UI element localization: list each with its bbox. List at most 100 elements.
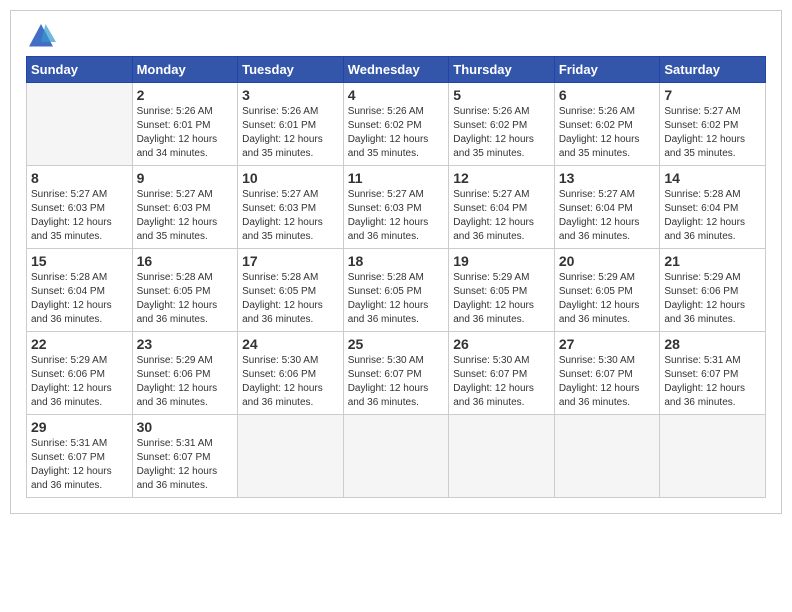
table-row: 13 Sunrise: 5:27 AM Sunset: 6:04 PM Dayl…: [554, 166, 660, 249]
day-number: 18: [348, 253, 445, 269]
header: [26, 21, 766, 51]
table-row: [27, 83, 133, 166]
table-row: 4 Sunrise: 5:26 AM Sunset: 6:02 PM Dayli…: [343, 83, 449, 166]
table-row: 9 Sunrise: 5:27 AM Sunset: 6:03 PM Dayli…: [132, 166, 238, 249]
day-number: 6: [559, 87, 656, 103]
week-row-1: 2 Sunrise: 5:26 AM Sunset: 6:01 PM Dayli…: [27, 83, 766, 166]
day-info: Sunrise: 5:30 AM Sunset: 6:07 PM Dayligh…: [348, 354, 445, 410]
day-info: Sunrise: 5:31 AM Sunset: 6:07 PM Dayligh…: [137, 437, 234, 493]
day-info: Sunrise: 5:26 AM Sunset: 6:02 PM Dayligh…: [348, 105, 445, 161]
day-info: Sunrise: 5:30 AM Sunset: 6:07 PM Dayligh…: [559, 354, 656, 410]
day-number: 30: [137, 419, 234, 435]
day-number: 14: [664, 170, 761, 186]
table-row: 24 Sunrise: 5:30 AM Sunset: 6:06 PM Dayl…: [238, 332, 344, 415]
calendar-table: Sunday Monday Tuesday Wednesday Thursday…: [26, 56, 766, 498]
day-info: Sunrise: 5:27 AM Sunset: 6:02 PM Dayligh…: [664, 105, 761, 161]
week-row-2: 8 Sunrise: 5:27 AM Sunset: 6:03 PM Dayli…: [27, 166, 766, 249]
day-number: 11: [348, 170, 445, 186]
table-row: 27 Sunrise: 5:30 AM Sunset: 6:07 PM Dayl…: [554, 332, 660, 415]
day-number: 27: [559, 336, 656, 352]
day-info: Sunrise: 5:29 AM Sunset: 6:05 PM Dayligh…: [453, 271, 550, 327]
day-info: Sunrise: 5:29 AM Sunset: 6:06 PM Dayligh…: [137, 354, 234, 410]
table-row: [238, 415, 344, 498]
table-row: 3 Sunrise: 5:26 AM Sunset: 6:01 PM Dayli…: [238, 83, 344, 166]
logo-icon: [26, 21, 56, 51]
week-row-3: 15 Sunrise: 5:28 AM Sunset: 6:04 PM Dayl…: [27, 249, 766, 332]
day-info: Sunrise: 5:28 AM Sunset: 6:05 PM Dayligh…: [137, 271, 234, 327]
table-row: 25 Sunrise: 5:30 AM Sunset: 6:07 PM Dayl…: [343, 332, 449, 415]
day-number: 12: [453, 170, 550, 186]
table-row: 23 Sunrise: 5:29 AM Sunset: 6:06 PM Dayl…: [132, 332, 238, 415]
day-number: 8: [31, 170, 128, 186]
day-number: 9: [137, 170, 234, 186]
table-row: 12 Sunrise: 5:27 AM Sunset: 6:04 PM Dayl…: [449, 166, 555, 249]
day-info: Sunrise: 5:31 AM Sunset: 6:07 PM Dayligh…: [664, 354, 761, 410]
day-info: Sunrise: 5:28 AM Sunset: 6:05 PM Dayligh…: [242, 271, 339, 327]
day-info: Sunrise: 5:26 AM Sunset: 6:01 PM Dayligh…: [137, 105, 234, 161]
day-info: Sunrise: 5:27 AM Sunset: 6:03 PM Dayligh…: [31, 188, 128, 244]
day-info: Sunrise: 5:31 AM Sunset: 6:07 PM Dayligh…: [31, 437, 128, 493]
day-info: Sunrise: 5:27 AM Sunset: 6:03 PM Dayligh…: [242, 188, 339, 244]
table-row: 18 Sunrise: 5:28 AM Sunset: 6:05 PM Dayl…: [343, 249, 449, 332]
table-row: 17 Sunrise: 5:28 AM Sunset: 6:05 PM Dayl…: [238, 249, 344, 332]
day-number: 19: [453, 253, 550, 269]
day-info: Sunrise: 5:26 AM Sunset: 6:02 PM Dayligh…: [559, 105, 656, 161]
day-info: Sunrise: 5:30 AM Sunset: 6:07 PM Dayligh…: [453, 354, 550, 410]
col-wednesday: Wednesday: [343, 57, 449, 83]
day-info: Sunrise: 5:27 AM Sunset: 6:04 PM Dayligh…: [453, 188, 550, 244]
logo: [26, 21, 60, 51]
day-number: 7: [664, 87, 761, 103]
table-row: 7 Sunrise: 5:27 AM Sunset: 6:02 PM Dayli…: [660, 83, 766, 166]
col-saturday: Saturday: [660, 57, 766, 83]
col-friday: Friday: [554, 57, 660, 83]
table-row: 5 Sunrise: 5:26 AM Sunset: 6:02 PM Dayli…: [449, 83, 555, 166]
day-number: 2: [137, 87, 234, 103]
day-number: 29: [31, 419, 128, 435]
day-number: 15: [31, 253, 128, 269]
table-row: 11 Sunrise: 5:27 AM Sunset: 6:03 PM Dayl…: [343, 166, 449, 249]
day-number: 23: [137, 336, 234, 352]
day-info: Sunrise: 5:29 AM Sunset: 6:06 PM Dayligh…: [664, 271, 761, 327]
day-info: Sunrise: 5:27 AM Sunset: 6:04 PM Dayligh…: [559, 188, 656, 244]
day-number: 25: [348, 336, 445, 352]
calendar-page: Sunday Monday Tuesday Wednesday Thursday…: [10, 10, 782, 514]
table-row: 14 Sunrise: 5:28 AM Sunset: 6:04 PM Dayl…: [660, 166, 766, 249]
day-info: Sunrise: 5:29 AM Sunset: 6:05 PM Dayligh…: [559, 271, 656, 327]
table-row: [343, 415, 449, 498]
table-row: 28 Sunrise: 5:31 AM Sunset: 6:07 PM Dayl…: [660, 332, 766, 415]
day-info: Sunrise: 5:26 AM Sunset: 6:02 PM Dayligh…: [453, 105, 550, 161]
day-number: 4: [348, 87, 445, 103]
day-number: 22: [31, 336, 128, 352]
day-number: 3: [242, 87, 339, 103]
table-row: [449, 415, 555, 498]
table-row: [660, 415, 766, 498]
table-row: 29 Sunrise: 5:31 AM Sunset: 6:07 PM Dayl…: [27, 415, 133, 498]
table-row: 26 Sunrise: 5:30 AM Sunset: 6:07 PM Dayl…: [449, 332, 555, 415]
day-number: 28: [664, 336, 761, 352]
day-info: Sunrise: 5:28 AM Sunset: 6:05 PM Dayligh…: [348, 271, 445, 327]
day-number: 20: [559, 253, 656, 269]
col-monday: Monday: [132, 57, 238, 83]
day-info: Sunrise: 5:26 AM Sunset: 6:01 PM Dayligh…: [242, 105, 339, 161]
day-number: 24: [242, 336, 339, 352]
table-row: 2 Sunrise: 5:26 AM Sunset: 6:01 PM Dayli…: [132, 83, 238, 166]
day-number: 5: [453, 87, 550, 103]
week-row-4: 22 Sunrise: 5:29 AM Sunset: 6:06 PM Dayl…: [27, 332, 766, 415]
table-row: 15 Sunrise: 5:28 AM Sunset: 6:04 PM Dayl…: [27, 249, 133, 332]
table-row: 30 Sunrise: 5:31 AM Sunset: 6:07 PM Dayl…: [132, 415, 238, 498]
day-info: Sunrise: 5:30 AM Sunset: 6:06 PM Dayligh…: [242, 354, 339, 410]
day-info: Sunrise: 5:27 AM Sunset: 6:03 PM Dayligh…: [137, 188, 234, 244]
day-number: 16: [137, 253, 234, 269]
table-row: 8 Sunrise: 5:27 AM Sunset: 6:03 PM Dayli…: [27, 166, 133, 249]
day-number: 21: [664, 253, 761, 269]
table-row: 22 Sunrise: 5:29 AM Sunset: 6:06 PM Dayl…: [27, 332, 133, 415]
table-row: 20 Sunrise: 5:29 AM Sunset: 6:05 PM Dayl…: [554, 249, 660, 332]
day-info: Sunrise: 5:28 AM Sunset: 6:04 PM Dayligh…: [31, 271, 128, 327]
col-sunday: Sunday: [27, 57, 133, 83]
day-number: 26: [453, 336, 550, 352]
col-thursday: Thursday: [449, 57, 555, 83]
day-number: 13: [559, 170, 656, 186]
day-number: 10: [242, 170, 339, 186]
day-number: 17: [242, 253, 339, 269]
day-info: Sunrise: 5:27 AM Sunset: 6:03 PM Dayligh…: [348, 188, 445, 244]
